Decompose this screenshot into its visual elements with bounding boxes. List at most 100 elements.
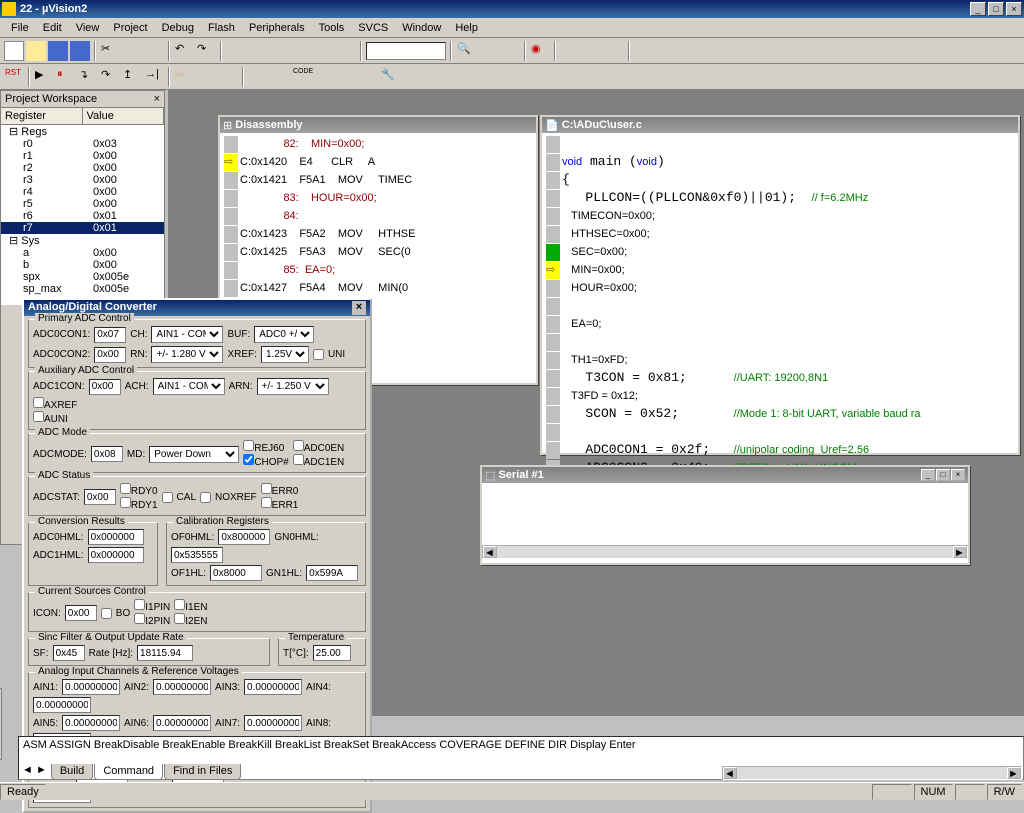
step-out-icon[interactable]: ↥ [122, 67, 142, 87]
options-icon[interactable] [656, 41, 676, 61]
show-next-icon[interactable]: ⇨ [174, 67, 194, 87]
auni-checkbox[interactable] [33, 411, 44, 422]
chop-checkbox[interactable] [243, 454, 254, 465]
bo-checkbox[interactable] [101, 608, 112, 619]
toolbox-icon[interactable]: 🔧 [380, 67, 400, 87]
col-value[interactable]: Value [83, 108, 165, 124]
ain4-input[interactable] [33, 697, 91, 713]
print-icon[interactable] [634, 41, 654, 61]
menu-edit[interactable]: Edit [36, 20, 69, 36]
bookmark-clear-icon[interactable] [336, 41, 356, 61]
rate-input[interactable] [137, 645, 193, 661]
adc0con2-input[interactable] [94, 347, 126, 363]
rej60-checkbox[interactable] [243, 440, 254, 451]
cal-checkbox[interactable] [162, 492, 173, 503]
adc-close-button[interactable]: × [352, 301, 366, 315]
open-icon[interactable] [26, 41, 46, 61]
gn0hml-input[interactable] [171, 547, 223, 563]
paste-icon[interactable] [144, 41, 164, 61]
save-icon[interactable] [48, 41, 68, 61]
watch-window-icon[interactable] [270, 67, 290, 87]
menu-flash[interactable]: Flash [201, 20, 242, 36]
err1-checkbox[interactable] [261, 497, 272, 508]
serial-window[interactable]: ⬚ Serial #1 _ □ × ◄► [480, 465, 970, 565]
adc0en-checkbox[interactable] [293, 440, 304, 451]
window-books-icon[interactable] [604, 41, 624, 61]
ain5-input[interactable] [62, 715, 120, 731]
temp-input[interactable] [313, 645, 351, 661]
serial-window-icon[interactable] [314, 67, 334, 87]
menu-help[interactable]: Help [448, 20, 485, 36]
tab-find[interactable]: Find in Files [164, 764, 241, 780]
adc1con-input[interactable] [89, 379, 121, 395]
gn1hl-input[interactable] [306, 565, 358, 581]
sf-input[interactable] [53, 645, 85, 661]
serial-scrollbar[interactable]: ◄► [482, 545, 968, 559]
menu-svcs[interactable]: SVCS [351, 20, 395, 36]
run-icon[interactable]: ▶ [34, 67, 54, 87]
copy-icon[interactable] [122, 41, 142, 61]
debug-icon[interactable]: ◉ [530, 41, 550, 61]
adc0con1-input[interactable] [94, 327, 126, 343]
disasm-window-icon[interactable] [248, 67, 268, 87]
uni-checkbox[interactable] [313, 349, 324, 360]
i2pin-checkbox[interactable] [134, 613, 145, 624]
indent-left-icon[interactable] [226, 41, 246, 61]
md-select[interactable]: Power Down [149, 446, 239, 463]
replace-icon[interactable] [500, 41, 520, 61]
of1hl-input[interactable] [210, 565, 262, 581]
serial-min-button[interactable]: _ [921, 469, 935, 481]
code-coverage-icon[interactable]: CODE [292, 67, 312, 87]
run-to-cursor-icon[interactable]: →| [144, 67, 164, 87]
cut-icon[interactable]: ✂ [100, 41, 120, 61]
new-icon[interactable] [4, 41, 24, 61]
window-workspace-icon[interactable] [560, 41, 580, 61]
close-button[interactable]: × [1006, 2, 1022, 16]
menu-window[interactable]: Window [395, 20, 448, 36]
reset-icon[interactable]: RST [4, 67, 24, 87]
step-icon[interactable]: ↴ [78, 67, 98, 87]
adc0hml-input[interactable] [88, 529, 144, 545]
menu-view[interactable]: View [69, 20, 107, 36]
noxref-checkbox[interactable] [200, 492, 211, 503]
col-register[interactable]: Register [1, 108, 83, 124]
find-combo[interactable] [366, 42, 446, 60]
breakpoint-disable-icon[interactable] [218, 67, 238, 87]
window-output-icon[interactable] [582, 41, 602, 61]
help-icon[interactable] [678, 41, 698, 61]
step-over-icon[interactable]: ↷ [100, 67, 120, 87]
arn-select[interactable]: +/- 1.250 V [257, 378, 329, 395]
ain2-input[interactable] [153, 679, 211, 695]
serial-body[interactable] [482, 483, 968, 545]
of0hml-input[interactable] [218, 529, 270, 545]
tab-command[interactable]: Command [94, 764, 163, 780]
ain3-input[interactable] [244, 679, 302, 695]
rn-select[interactable]: +/- 1.280 V [151, 346, 223, 363]
i1pin-checkbox[interactable] [134, 599, 145, 610]
adc1en-checkbox[interactable] [293, 454, 304, 465]
performance-icon[interactable] [358, 67, 378, 87]
serial-close-button[interactable]: × [951, 469, 965, 481]
ach-select[interactable]: AIN1 - COM [153, 378, 225, 395]
menu-peripherals[interactable]: Peripherals [242, 20, 312, 36]
axref-checkbox[interactable] [33, 397, 44, 408]
undo-icon[interactable]: ↶ [174, 41, 194, 61]
adcstat-input[interactable] [84, 489, 116, 505]
about-icon[interactable] [700, 41, 720, 61]
bookmark-prev-icon[interactable] [314, 41, 334, 61]
indent-right-icon[interactable] [248, 41, 268, 61]
rdy1-checkbox[interactable] [120, 497, 131, 508]
breakpoint-toggle-icon[interactable] [196, 67, 216, 87]
minimize-button[interactable]: _ [970, 2, 986, 16]
output-scrollbar[interactable]: ◄► [722, 766, 1022, 780]
menu-file[interactable]: File [4, 20, 36, 36]
serial-max-button[interactable]: □ [936, 469, 950, 481]
xref-select[interactable]: 1.25V [261, 346, 309, 363]
ain1-input[interactable] [62, 679, 120, 695]
adc1hml-input[interactable] [88, 547, 144, 563]
ch-select[interactable]: AIN1 - COM [151, 326, 223, 343]
rdy0-checkbox[interactable] [120, 483, 131, 494]
memory-window-icon[interactable] [336, 67, 356, 87]
i1en-checkbox[interactable] [174, 599, 185, 610]
buf-select[interactable]: ADC0 +/- [254, 326, 314, 343]
